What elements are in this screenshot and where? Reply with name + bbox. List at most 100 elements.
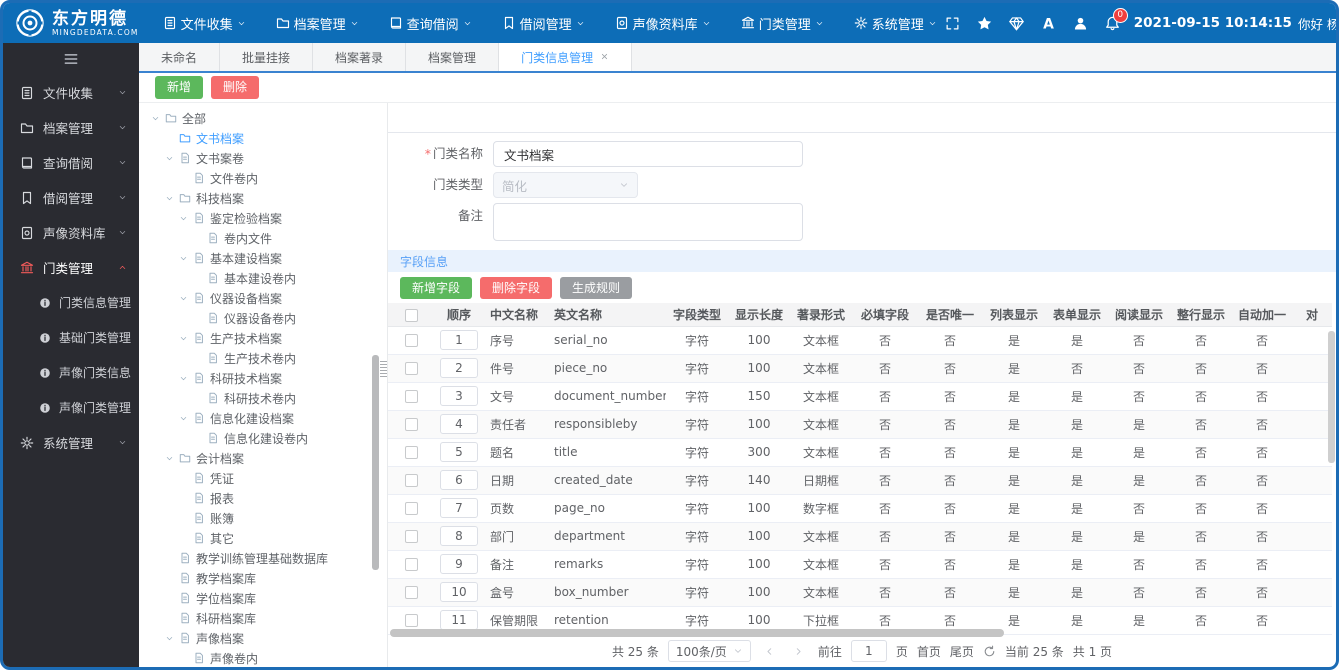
workspace-tab-未命名[interactable]: 未命名 — [139, 43, 221, 71]
row-checkbox[interactable] — [404, 334, 418, 348]
add-field-button[interactable]: 新增字段 — [400, 277, 473, 300]
first-page-link[interactable]: 首页 — [917, 643, 941, 660]
sidebar-item-文件收集[interactable]: 文件收集 — [3, 75, 139, 110]
vertical-scrollbar[interactable] — [1328, 331, 1335, 464]
prev-page-button[interactable] — [760, 641, 780, 661]
row-checkbox[interactable] — [404, 558, 418, 572]
order-input[interactable] — [440, 414, 478, 435]
horizontal-scrollbar[interactable] — [390, 629, 1320, 637]
user-button[interactable] — [1073, 16, 1088, 31]
tree-node-其它[interactable]: 其它 — [139, 528, 387, 548]
sidebar-item-查询借阅[interactable]: 查询借阅 — [3, 145, 139, 180]
tree-node-声像档案[interactable]: 声像档案 — [139, 628, 387, 648]
last-page-link[interactable]: 尾页 — [950, 643, 974, 660]
sidebar-item-门类管理[interactable]: 门类管理 — [3, 250, 139, 285]
page-size-select[interactable]: 100条/页 — [667, 640, 751, 662]
sidebar-subitem-基础门类管理[interactable]: 基础门类管理 — [3, 320, 139, 355]
category-type-select[interactable]: 简化 — [493, 172, 638, 198]
tree-node-基本建设卷内[interactable]: 基本建设卷内 — [139, 268, 387, 288]
workspace-tab-门类信息管理[interactable]: 门类信息管理 — [499, 43, 633, 71]
tree-node-信息化建设档案[interactable]: 信息化建设档案 — [139, 408, 387, 428]
tree-node-鉴定检验档案[interactable]: 鉴定检验档案 — [139, 208, 387, 228]
tree-node-教学档案库[interactable]: 教学档案库 — [139, 568, 387, 588]
top-nav-item[interactable]: 系统管理 — [846, 14, 945, 33]
splitter-handle[interactable] — [380, 361, 387, 377]
sidebar-subitem-声像门类信息[interactable]: 声像门类信息 — [3, 355, 139, 390]
sidebar-item-档案管理[interactable]: 档案管理 — [3, 110, 139, 145]
row-checkbox[interactable] — [404, 418, 418, 432]
row-checkbox[interactable] — [404, 530, 418, 544]
tree-node-生产技术档案[interactable]: 生产技术档案 — [139, 328, 387, 348]
sidebar-item-借阅管理[interactable]: 借阅管理 — [3, 180, 139, 215]
order-input[interactable] — [440, 442, 478, 463]
tree-node-仪器设备档案[interactable]: 仪器设备档案 — [139, 288, 387, 308]
row-checkbox[interactable] — [404, 390, 418, 404]
category-name-input[interactable] — [493, 141, 803, 167]
tree-node-信息化建设卷内[interactable]: 信息化建设卷内 — [139, 428, 387, 448]
sidebar-subitem-门类信息管理[interactable]: 门类信息管理 — [3, 285, 139, 320]
next-page-button[interactable] — [789, 641, 809, 661]
row-checkbox[interactable] — [404, 586, 418, 600]
refresh-icon[interactable] — [983, 645, 996, 658]
sidebar-collapse-button[interactable] — [3, 43, 139, 75]
tree-node-科技档案[interactable]: 科技档案 — [139, 188, 387, 208]
tree-node-报表[interactable]: 报表 — [139, 488, 387, 508]
top-nav-item[interactable]: 借阅管理 — [494, 14, 593, 33]
remark-textarea[interactable] — [493, 203, 803, 241]
tree-node-科研技术卷内[interactable]: 科研技术卷内 — [139, 388, 387, 408]
gem-button[interactable] — [1008, 16, 1024, 31]
top-nav-item[interactable]: 文件收集 — [155, 14, 254, 33]
tree-node-全部[interactable]: 全部 — [139, 108, 387, 128]
tree-node-卷内文件[interactable]: 卷内文件 — [139, 228, 387, 248]
tree-node-会计档案[interactable]: 会计档案 — [139, 448, 387, 468]
top-nav-item[interactable]: 声像资料库 — [607, 14, 719, 33]
top-nav-item[interactable]: 查询借阅 — [381, 14, 480, 33]
tree-node-声像卷内[interactable]: 声像卷内 — [139, 648, 387, 667]
order-input[interactable] — [440, 470, 478, 491]
tree-node-基本建设档案[interactable]: 基本建设档案 — [139, 248, 387, 268]
workspace-tab-档案管理[interactable]: 档案管理 — [406, 43, 500, 71]
order-input[interactable] — [440, 386, 478, 407]
tree-node-生产技术卷内[interactable]: 生产技术卷内 — [139, 348, 387, 368]
tree-node-学位档案库[interactable]: 学位档案库 — [139, 588, 387, 608]
order-input[interactable] — [440, 554, 478, 575]
tree-node-文书档案[interactable]: 文书档案 — [139, 128, 387, 148]
tree-node-凭证[interactable]: 凭证 — [139, 468, 387, 488]
close-icon[interactable] — [600, 50, 609, 64]
row-checkbox[interactable] — [404, 362, 418, 376]
generate-rule-button[interactable]: 生成规则 — [560, 277, 633, 300]
star-button[interactable] — [977, 16, 992, 31]
delete-field-button[interactable]: 删除字段 — [480, 277, 553, 300]
tree-node-科研档案库[interactable]: 科研档案库 — [139, 608, 387, 628]
order-input[interactable] — [440, 526, 478, 547]
order-input[interactable] — [440, 610, 478, 631]
expand-button[interactable] — [945, 16, 960, 31]
tree-node-仪器设备卷内[interactable]: 仪器设备卷内 — [139, 308, 387, 328]
workspace-tab-档案著录[interactable]: 档案著录 — [313, 43, 407, 71]
sidebar-subitem-声像门类管理[interactable]: 声像门类管理 — [3, 390, 139, 425]
top-nav-item[interactable]: 门类管理 — [733, 14, 832, 33]
top-nav-item[interactable]: 档案管理 — [268, 14, 367, 33]
order-input[interactable] — [440, 582, 478, 603]
order-input[interactable] — [440, 358, 478, 379]
workspace-tab-批量挂接[interactable]: 批量挂接 — [220, 43, 314, 71]
tree-scrollbar[interactable] — [372, 355, 379, 570]
sidebar-item-系统管理[interactable]: 系统管理 — [3, 425, 139, 460]
row-checkbox[interactable] — [404, 474, 418, 488]
sidebar-item-声像资料库[interactable]: 声像资料库 — [3, 215, 139, 250]
bell-button[interactable]: 0 — [1105, 7, 1128, 31]
order-input[interactable] — [440, 498, 478, 519]
tree-node-文件卷内[interactable]: 文件卷内 — [139, 168, 387, 188]
delete-button[interactable]: 删除 — [211, 76, 260, 99]
tree-node-账簿[interactable]: 账簿 — [139, 508, 387, 528]
tree-node-教学训练管理基础数据库[interactable]: 教学训练管理基础数据库 — [139, 548, 387, 568]
page-number-input[interactable] — [850, 640, 887, 662]
tree-node-文书案卷[interactable]: 文书案卷 — [139, 148, 387, 168]
row-checkbox[interactable] — [404, 614, 418, 628]
row-checkbox[interactable] — [404, 446, 418, 460]
row-checkbox[interactable] — [404, 502, 418, 516]
select-all-checkbox[interactable] — [404, 308, 418, 322]
order-input[interactable] — [440, 330, 478, 351]
add-button[interactable]: 新增 — [155, 76, 204, 99]
font-button[interactable]: A — [1041, 16, 1056, 31]
